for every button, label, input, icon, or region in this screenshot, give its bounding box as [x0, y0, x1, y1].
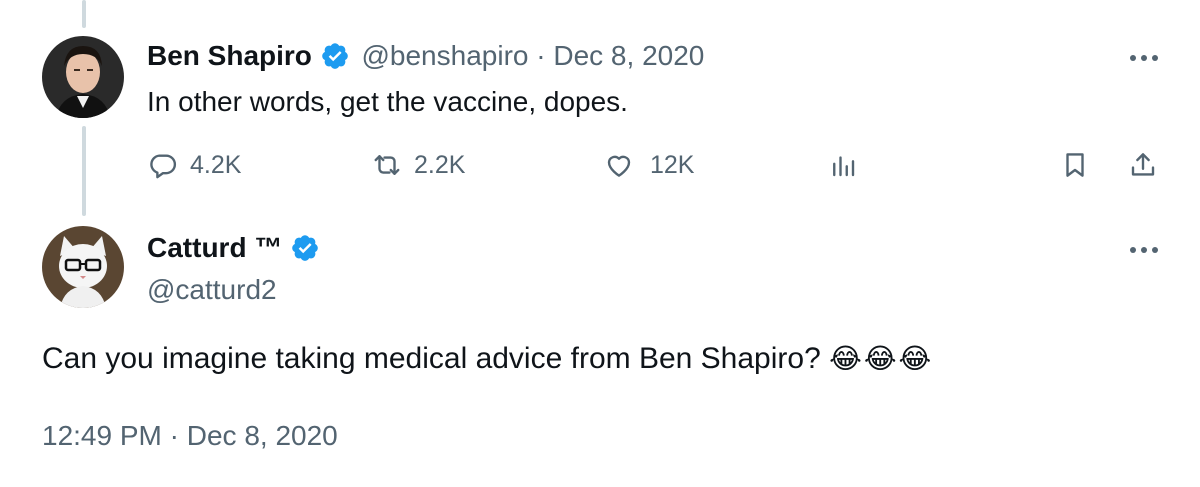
reply-icon — [150, 154, 177, 179]
like-button[interactable]: 12K — [604, 145, 694, 185]
avatar[interactable] — [42, 36, 124, 118]
laughing-emoji: 😂😂😂 — [829, 343, 934, 374]
avatar[interactable] — [42, 226, 124, 308]
share-button[interactable] — [1128, 145, 1158, 185]
more-icon[interactable] — [1128, 240, 1160, 260]
author-handle[interactable]: @benshapiro — [361, 40, 528, 71]
tweet-date[interactable]: Dec 8, 2020 — [553, 40, 704, 71]
retweet-button[interactable]: 2.2K — [372, 145, 465, 185]
avatar-image — [42, 36, 124, 118]
analytics-icon — [833, 156, 855, 177]
author-handle[interactable]: @catturd2 — [147, 274, 277, 306]
tweet-time: 12:49 PM — [42, 420, 162, 451]
bookmark-icon — [1066, 153, 1084, 177]
thread-line-top — [82, 0, 86, 28]
analytics-button[interactable] — [828, 145, 858, 185]
timestamp-separator: · — [169, 420, 179, 451]
reply-tweet-header: Ben Shapiro @benshapiro · Dec 8, 2020 — [147, 40, 704, 72]
main-tweet-text: Can you imagine taking medical advice fr… — [42, 342, 933, 376]
main-tweet-header: Catturd ™ — [147, 232, 320, 264]
avatar-image — [42, 226, 124, 308]
tweet-timestamp[interactable]: 12:49 PM · Dec 8, 2020 — [42, 420, 338, 452]
bookmark-button[interactable] — [1060, 145, 1090, 185]
like-count: 12K — [650, 150, 695, 179]
verified-badge-icon — [320, 41, 350, 71]
verified-badge-icon — [290, 233, 320, 263]
reply-button[interactable]: 4.2K — [148, 145, 241, 185]
like-icon — [607, 155, 631, 177]
retweet-icon — [374, 155, 400, 175]
author-name[interactable]: Ben Shapiro — [147, 40, 312, 71]
share-icon — [1131, 153, 1155, 176]
retweet-count: 2.2K — [414, 150, 466, 179]
thread-line-bottom — [82, 126, 86, 216]
author-name[interactable]: Catturd ™ — [147, 232, 282, 263]
header-separator: · — [536, 40, 546, 71]
reply-count: 4.2K — [190, 150, 242, 179]
tweet-text: Can you imagine taking medical advice fr… — [42, 342, 821, 375]
more-icon[interactable] — [1128, 48, 1160, 68]
tweet-date: Dec 8, 2020 — [186, 420, 338, 451]
reply-tweet-text: In other words, get the vaccine, dopes. — [147, 86, 628, 117]
